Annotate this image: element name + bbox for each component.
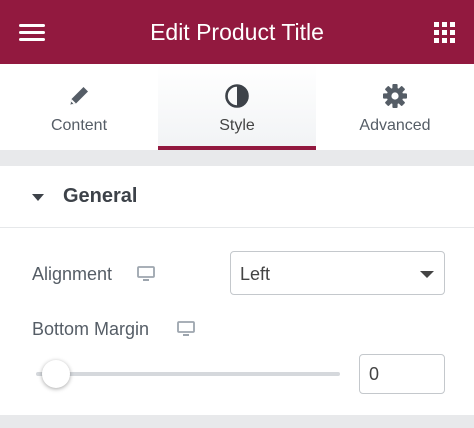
tab-advanced[interactable]: Advanced: [316, 64, 474, 150]
tab-style-label: Style: [219, 117, 255, 134]
alignment-select[interactable]: Left: [230, 251, 445, 295]
tab-style[interactable]: Style: [158, 64, 316, 150]
bottom-divider: [0, 415, 474, 428]
section-title: General: [63, 185, 138, 207]
panel-tabs: Content Style Advanced: [0, 64, 474, 150]
bottom-margin-input[interactable]: [359, 354, 445, 394]
alignment-label: Alignment: [32, 264, 113, 284]
tab-content-label: Content: [50, 117, 108, 134]
bottom-margin-slider-track[interactable]: [36, 372, 340, 376]
caret-down-icon: [32, 194, 44, 201]
section-divider: [0, 150, 474, 166]
gear-icon: [383, 84, 407, 108]
desktop-icon[interactable]: [177, 321, 195, 337]
panel-header: Edit Product Title: [0, 0, 474, 64]
chevron-down-icon: [420, 271, 434, 278]
tab-content[interactable]: Content: [0, 64, 158, 150]
hamburger-menu-icon[interactable]: [19, 24, 45, 42]
half-circle-icon: [225, 84, 249, 108]
desktop-icon[interactable]: [137, 266, 155, 282]
section-general-toggle[interactable]: General: [0, 166, 474, 228]
panel-title: Edit Product Title: [150, 18, 324, 45]
bottom-margin-slider-handle[interactable]: [42, 360, 70, 388]
tab-advanced-label: Advanced: [359, 117, 431, 134]
pencil-icon: [70, 87, 88, 105]
bottom-margin-label: Bottom Margin: [32, 319, 150, 339]
alignment-select-value: Left: [240, 264, 271, 284]
section-general-body: Alignment Left Bottom Margin: [0, 229, 474, 415]
grid-apps-icon[interactable]: [434, 22, 455, 43]
